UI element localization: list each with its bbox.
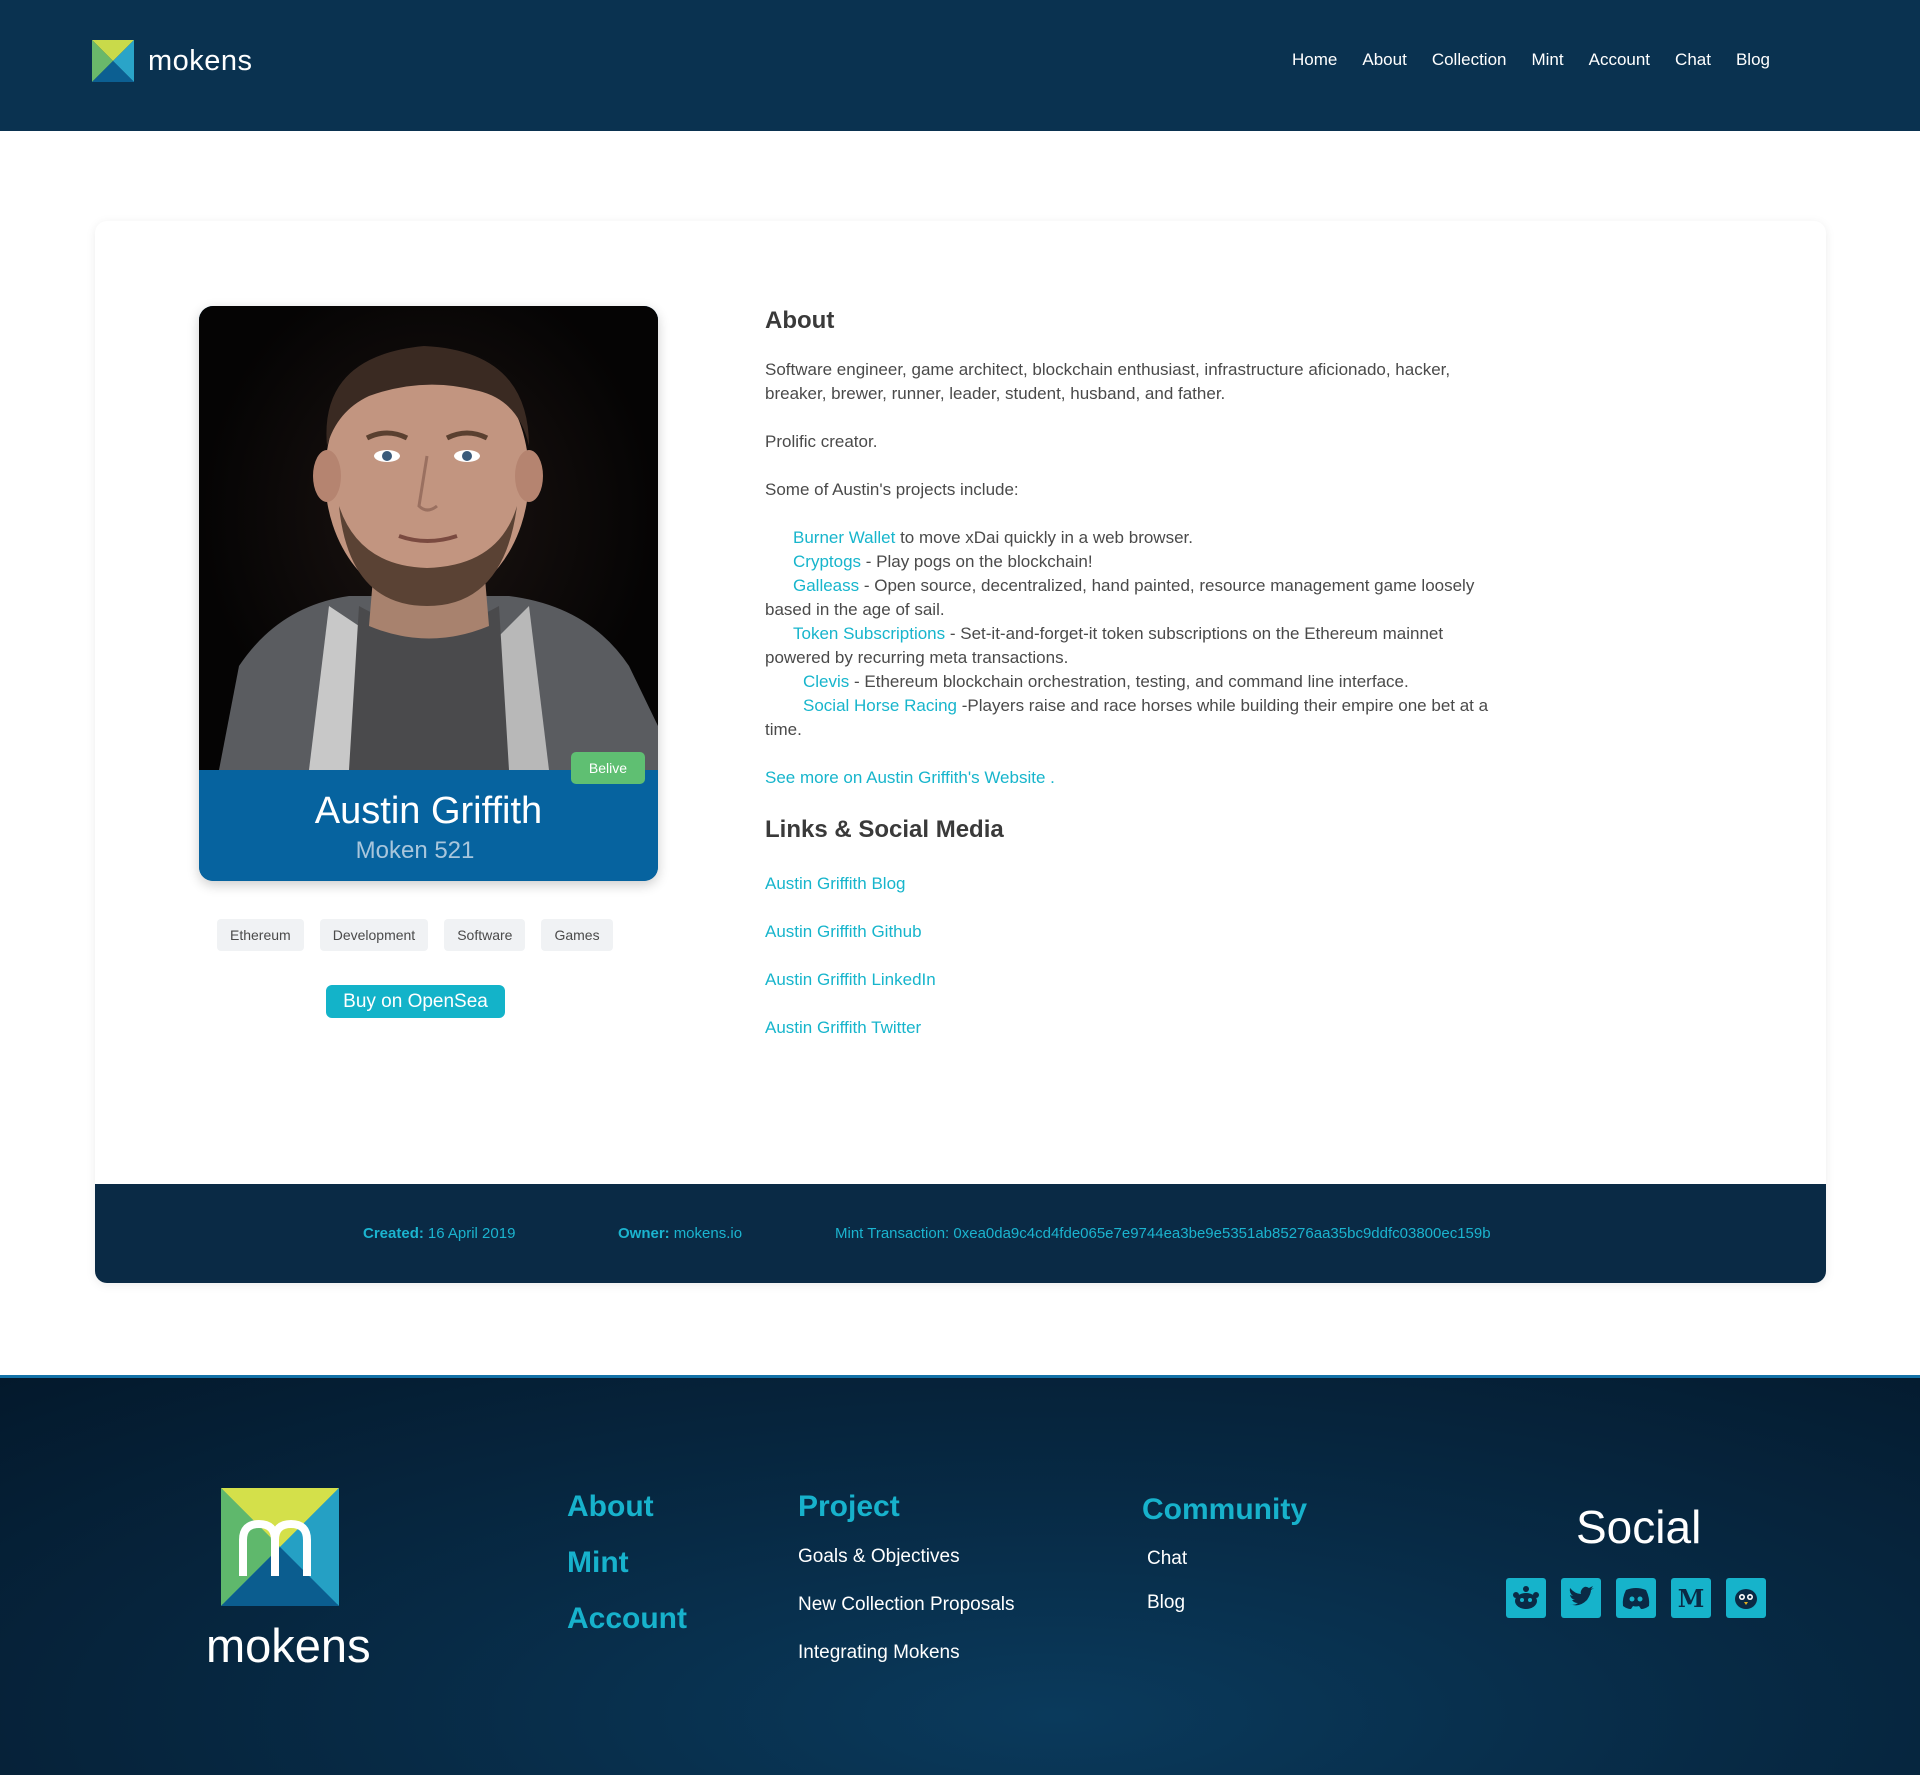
nav-home[interactable]: Home [1292,50,1337,70]
tag-games[interactable]: Games [541,919,613,951]
project-item: Token Subscriptions - Set-it-and-forget-… [765,622,1545,646]
project-desc-cont: powered by recurring meta transactions. [765,648,1069,667]
moken-nameplate: Austin Griffith Moken 521 [199,770,658,881]
project-link[interactable]: Cryptogs [793,552,861,571]
mint-transaction[interactable]: Mint Transaction: 0xea0da9c4cd4fde065e7e… [835,1184,1491,1283]
nav-blog[interactable]: Blog [1736,50,1770,70]
about-projects-intro: Some of Austin's projects include: [765,480,1019,499]
about-heading: About [765,307,835,334]
footer-mint-link[interactable]: Mint [567,1546,629,1580]
links-heading: Links & Social Media [765,816,1004,843]
footer-about-link[interactable]: About [567,1490,654,1524]
nav-account[interactable]: Account [1589,50,1650,70]
footer-blog-link[interactable]: Blog [1147,1592,1185,1614]
tag-software[interactable]: Software [444,919,526,951]
project-desc: - Set-it-and-forget-it token subscriptio… [945,624,1444,643]
project-desc: to move xDai quickly in a web browser. [895,528,1193,547]
mokens-logo-icon [92,40,134,82]
project-item: Cryptogs - Play pogs on the blockchain! [765,550,1545,574]
tag-ethereum[interactable]: Ethereum [217,919,304,951]
project-desc-cont: time. [765,720,802,739]
project-item: Clevis - Ethereum blockchain orchestrati… [765,670,1545,694]
owner-label: Owner: [618,1225,670,1242]
moken-detail-card: Austin Griffith Moken 521 Belive Ethereu… [95,221,1826,1283]
created-meta: Created: 16 April 2019 [363,1184,515,1283]
social-icons: M [1506,1578,1781,1618]
footer-chat-link[interactable]: Chat [1147,1548,1187,1570]
nav-about[interactable]: About [1362,50,1406,70]
brand-name: mokens [148,44,253,77]
project-link[interactable]: Burner Wallet [793,528,895,547]
footer-integrating-link[interactable]: Integrating Mokens [798,1642,960,1664]
mastodon-icon[interactable] [1726,1578,1766,1618]
project-list: Burner Wallet to move xDai quickly in a … [765,526,1545,742]
project-link[interactable]: Clevis [803,672,849,691]
site-footer: mokens About Mint Account Project Goals … [0,1375,1920,1775]
project-link[interactable]: Galleass [793,576,859,595]
link-github[interactable]: Austin Griffith Github [765,920,1545,944]
project-item: Burner Wallet to move xDai quickly in a … [765,526,1545,550]
project-item: Social Horse Racing -Players raise and r… [765,694,1545,718]
top-header: mokens Home About Collection Mint Accoun… [0,0,1920,131]
link-twitter[interactable]: Austin Griffith Twitter [765,1016,1545,1040]
status-badge: Belive [571,752,645,784]
portrait-image [219,346,658,770]
twitter-icon[interactable] [1561,1578,1601,1618]
created-value: 16 April 2019 [427,1225,516,1242]
about-prolific: Prolific creator. [765,432,878,451]
discord-icon[interactable] [1616,1578,1656,1618]
footer-proposals-link[interactable]: New Collection Proposals [798,1594,1015,1616]
moken-name: Austin Griffith [314,790,543,832]
medium-icon[interactable]: M [1671,1578,1711,1618]
owner-value[interactable]: mokens.io [674,1225,742,1242]
footer-goals-link[interactable]: Goals & Objectives [798,1546,960,1568]
link-blog[interactable]: Austin Griffith Blog [765,872,1545,896]
project-item: Galleass - Open source, decentralized, h… [765,574,1545,598]
links-list: Austin Griffith Blog Austin Griffith Git… [765,872,1545,1040]
main-nav: Home About Collection Mint Account Chat … [1267,50,1770,70]
about-section: About Software engineer, game architect,… [765,309,1545,1040]
footer-brand-name: mokens [206,1619,371,1672]
project-desc: -Players raise and race horses while bui… [957,696,1489,715]
about-intro: Software engineer, game architect, block… [765,358,1545,406]
footer-project-heading: Project [798,1490,900,1523]
reddit-icon[interactable] [1506,1578,1546,1618]
project-desc: - Ethereum blockchain orchestration, tes… [849,672,1409,691]
nav-mint[interactable]: Mint [1531,50,1563,70]
tag-development[interactable]: Development [319,919,429,951]
brand-link[interactable]: mokens [92,40,253,82]
buy-on-opensea-button[interactable]: Buy on OpenSea [326,985,505,1018]
project-link[interactable]: Token Subscriptions [793,624,945,643]
footer-account-link[interactable]: Account [567,1602,687,1636]
project-link[interactable]: Social Horse Racing [803,696,957,715]
footer-social-heading: Social [1576,1501,1702,1553]
project-desc: - Open source, decentralized, hand paint… [859,576,1475,595]
created-label: Created: [363,1225,424,1242]
project-desc-cont: based in the age of sail. [765,600,945,619]
moken-card: Austin Griffith Moken 521 Belive [199,306,658,881]
about-intro-line: breaker, brewer, runner, leader, student… [765,384,1226,403]
moken-meta-bar: Created: 16 April 2019 Owner: mokens.io … [95,1184,1826,1283]
about-intro-line: Software engineer, game architect, block… [765,360,1451,379]
moken-photo [199,306,658,770]
nav-chat[interactable]: Chat [1675,50,1711,70]
owner-meta: Owner: mokens.io [618,1184,742,1283]
tag-list: Ethereum Development Software Games [217,919,629,951]
project-desc: - Play pogs on the blockchain! [861,552,1093,571]
mokens-footer-logo-icon [221,1488,339,1606]
see-more-link[interactable]: See more on Austin Griffith's Website . [765,766,1545,790]
nav-collection[interactable]: Collection [1432,50,1507,70]
link-linkedin[interactable]: Austin Griffith LinkedIn [765,968,1545,992]
moken-number: Moken 521 [355,837,475,864]
footer-community-heading: Community [1142,1493,1307,1526]
